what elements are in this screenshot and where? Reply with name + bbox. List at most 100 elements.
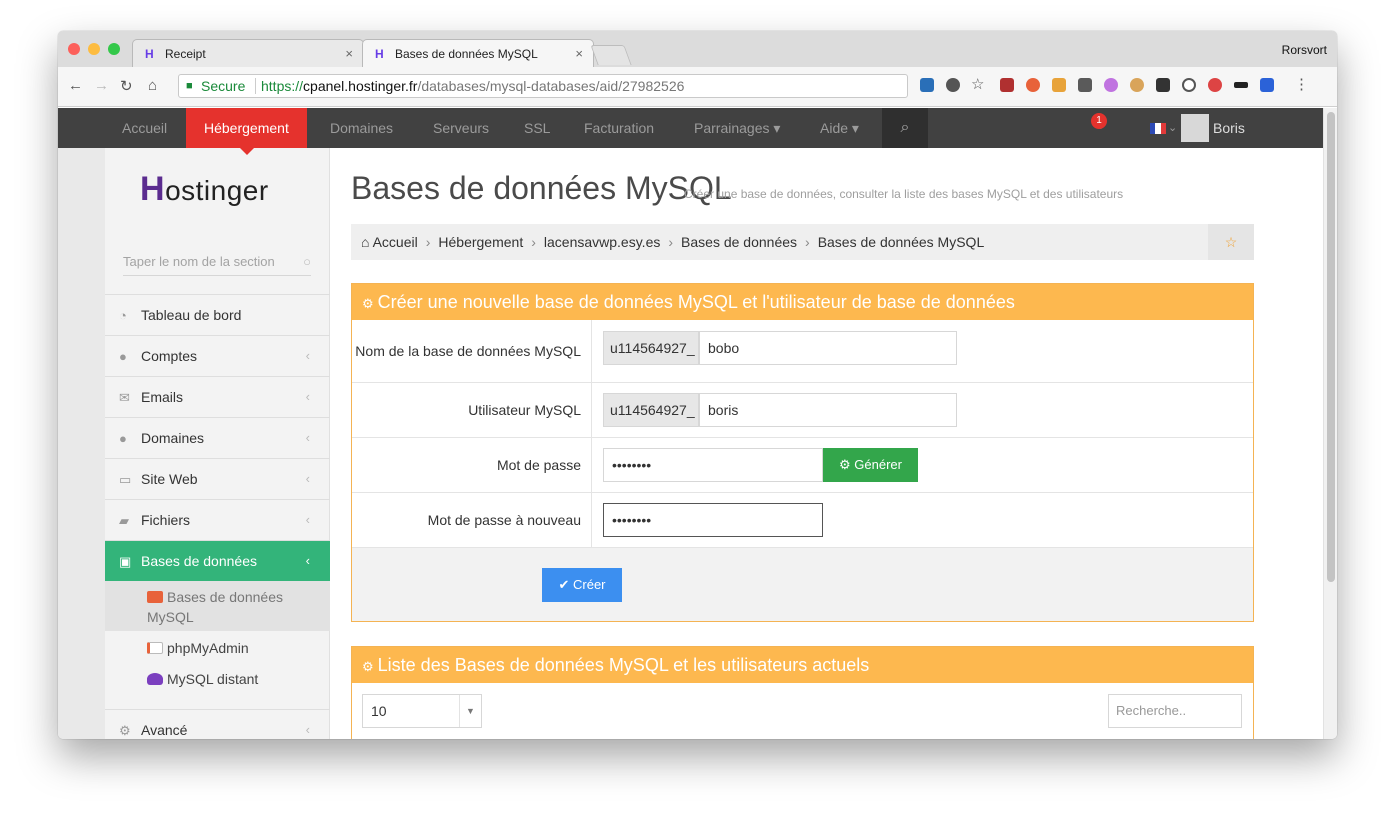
search-icon[interactable]: ⌕ [882, 108, 928, 148]
chevron-left-icon: ‹ [305, 389, 310, 404]
maximize-window-button[interactable] [108, 43, 120, 55]
avatar[interactable] [1181, 114, 1209, 142]
password-input[interactable]: •••••••• [603, 448, 823, 482]
close-window-button[interactable] [68, 43, 80, 55]
profile-name[interactable]: Rorsvort [1282, 43, 1327, 57]
breadcrumb-item[interactable]: Bases de données [681, 234, 797, 250]
user-menu[interactable]: Boris [1213, 108, 1245, 148]
section-search-placeholder: Taper le nom de la section [123, 254, 275, 269]
sidebar-item-comptes[interactable]: ● Comptes ‹ [105, 335, 330, 376]
hostinger-favicon-icon: H [375, 47, 384, 61]
sidebar-item-emails[interactable]: ✉ Emails ‹ [105, 376, 330, 417]
sidebar-item-bases-de-donnees[interactable]: ▣ Bases de données ‹ [105, 540, 330, 581]
main-content: Bases de données MySQL Créer une base de… [330, 148, 1323, 739]
tab-strip: H Receipt × H Bases de données MySQL × R… [58, 31, 1337, 67]
form-row-password-confirm: Mot de passe à nouveau •••••••• [352, 492, 1253, 547]
sidebar-subitem-mysql-databases[interactable]: Bases de données MySQL [105, 581, 330, 631]
extension-icon[interactable] [1182, 78, 1196, 92]
sidebar-subitem-label: MySQL distant [167, 671, 259, 687]
db-name-input[interactable]: bobo [699, 331, 957, 365]
nav-hebergement[interactable]: Hébergement [186, 108, 307, 148]
scrollbar[interactable] [1323, 108, 1337, 739]
tab-mysql[interactable]: H Bases de données MySQL × [362, 39, 594, 67]
pocket-extension-icon[interactable] [1078, 78, 1092, 92]
sidebar-item-site-web[interactable]: ▭ Site Web ‹ [105, 458, 330, 499]
create-database-panel: ⚙ Créer une nouvelle base de données MySQ… [351, 283, 1254, 622]
nav-facturation[interactable]: Facturation [584, 108, 654, 148]
list-controls: 10 ▼ Recherche.. [352, 683, 1253, 739]
breadcrumb-item[interactable]: Accueil [373, 234, 418, 250]
panel-header: ⚙ Créer une nouvelle base de données MySQ… [352, 284, 1253, 320]
chevron-left-icon: ‹ [305, 348, 310, 363]
notification-badge: 1 [1091, 113, 1107, 129]
url-path: /databases/mysql-databases/aid/27982526 [417, 78, 685, 94]
language-chevron-icon[interactable]: ⌄ [1168, 108, 1177, 148]
bookmark-star-icon[interactable]: ☆ [971, 75, 984, 93]
extension-icon[interactable] [1234, 82, 1248, 88]
forward-icon[interactable]: → [94, 77, 109, 94]
buffer-extension-icon[interactable] [1156, 78, 1170, 92]
phpmyadmin-icon [147, 642, 163, 654]
nav-domaines[interactable]: Domaines [330, 108, 393, 148]
nav-parrainages[interactable]: Parrainages ▾ [694, 108, 780, 148]
create-button[interactable]: ✔ Créer [542, 568, 622, 602]
extension-icon[interactable] [1208, 78, 1222, 92]
cookie-extension-icon[interactable] [1130, 78, 1144, 92]
hostinger-logo[interactable]: Hostinger [140, 170, 269, 209]
password-confirm-input[interactable]: •••••••• [603, 503, 823, 537]
tab-close-icon[interactable]: × [575, 46, 583, 61]
favorite-star-icon[interactable]: ☆ [1208, 224, 1254, 260]
nav-ssl[interactable]: SSL [524, 108, 550, 148]
extension-icon[interactable] [1260, 78, 1274, 92]
tab-receipt[interactable]: H Receipt × [132, 39, 364, 67]
sidebar-subitem-label: Bases de données MySQL [147, 589, 283, 625]
generate-password-button[interactable]: ⚙ Générer [823, 448, 918, 482]
breadcrumb-item[interactable]: Hébergement [438, 234, 523, 250]
cogs-icon: ⚙ [362, 659, 374, 674]
generate-label: Générer [854, 457, 902, 472]
nav-serveurs[interactable]: Serveurs [433, 108, 489, 148]
cogs-icon: ⚙ [119, 723, 131, 738]
extension-icon[interactable] [1052, 78, 1066, 92]
minimize-window-button[interactable] [88, 43, 100, 55]
tab-close-icon[interactable]: × [345, 46, 353, 61]
monitor-icon: ▭ [119, 472, 132, 487]
duckduckgo-extension-icon[interactable] [1026, 78, 1040, 92]
address-bar[interactable]: ■ Secure https://cpanel.hostinger.fr/dat… [178, 74, 908, 98]
reload-icon[interactable]: ↻ [120, 77, 133, 95]
sidebar-item-label: Fichiers [141, 512, 191, 528]
new-tab-button[interactable] [590, 45, 632, 65]
chevron-left-icon: ‹ [305, 512, 310, 527]
menu-icon[interactable]: ⋮ [1294, 75, 1309, 93]
sidebar-subitem-phpmyadmin[interactable]: phpMyAdmin [105, 638, 330, 658]
breadcrumb-separator-icon: › [805, 234, 810, 250]
breadcrumb-item[interactable]: lacensavwp.esy.es [544, 234, 660, 250]
ublock-extension-icon[interactable] [1000, 78, 1014, 92]
scrollbar-thumb[interactable] [1327, 112, 1335, 582]
chevron-left-icon: ‹ [305, 553, 310, 568]
extension-icon[interactable] [1104, 78, 1118, 92]
sidebar-item-avance[interactable]: ⚙ Avancé ‹ [105, 709, 330, 739]
url-text: https://cpanel.hostinger.fr/databases/my… [261, 75, 684, 97]
nav-aide[interactable]: Aide ▾ [820, 108, 859, 148]
extension-icon[interactable] [946, 78, 960, 92]
section-search-input[interactable]: Taper le nom de la section ○ [123, 248, 311, 276]
list-search-input[interactable]: Recherche.. [1108, 694, 1242, 728]
db-name-prefix: u114564927_ [603, 331, 699, 365]
caret-down-icon: ▼ [459, 695, 481, 727]
sidebar-subitem-mysql-distant[interactable]: MySQL distant [105, 669, 330, 689]
sidebar-item-domaines[interactable]: ● Domaines ‹ [105, 417, 330, 458]
active-nav-pointer [240, 148, 254, 155]
page-subtitle: Créer une base de données, consulter la … [684, 187, 1124, 201]
back-icon[interactable]: ← [68, 77, 83, 94]
home-icon[interactable]: ⌂ [148, 77, 157, 94]
nav-accueil[interactable]: Accueil [122, 108, 167, 148]
sidebar-item-fichiers[interactable]: ▰ Fichiers ‹ [105, 499, 330, 540]
lock-icon: ■ [186, 80, 193, 92]
sidebar-item-tableau-de-bord[interactable]: ◔ Tableau de bord [105, 294, 330, 335]
sidebar-item-label: Site Web [141, 471, 198, 487]
page-size-select[interactable]: 10 ▼ [362, 694, 482, 728]
trello-extension-icon[interactable] [920, 78, 934, 92]
french-flag-icon[interactable] [1150, 123, 1166, 134]
db-user-input[interactable]: boris [699, 393, 957, 427]
